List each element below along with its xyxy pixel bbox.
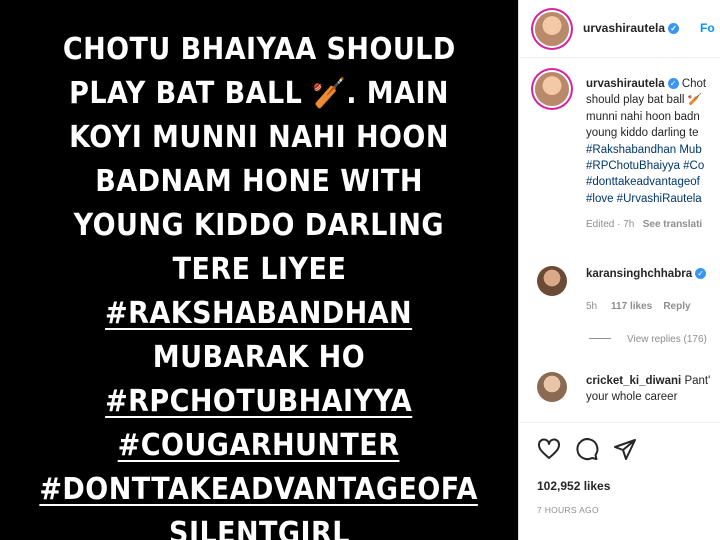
post-side-panel: urvashirautela ✓ Fo urvashirautela ✓ Chot …: [518, 0, 720, 540]
avatar[interactable]: [535, 12, 569, 46]
story-text-line: TERE LIYEE: [172, 252, 346, 287]
avatar[interactable]: [537, 266, 567, 296]
comment-username[interactable]: cricket_ki_diwani: [586, 375, 681, 387]
header-username[interactable]: urvashirautela ✓: [583, 21, 680, 35]
verified-badge-icon: ✓: [668, 23, 680, 34]
story-hashtag: #COUGARHUNTER: [118, 428, 400, 463]
post-actions: 102,952 likes 7 HOURS AGO: [519, 422, 720, 540]
caption-hashtag[interactable]: #Rakshabandhan Mub: [586, 144, 702, 156]
caption-text: Chot: [681, 78, 707, 90]
avatar[interactable]: [535, 72, 569, 106]
caption-line: munni nahi hoon badn: [586, 110, 700, 123]
follow-button[interactable]: Fo: [700, 21, 715, 35]
divider: [589, 338, 611, 339]
comment-text: Pant': [684, 375, 711, 387]
story-hashtag: #RPCHOTUBHAIYYA: [105, 384, 413, 419]
share-icon[interactable]: [613, 437, 637, 461]
comment-text: your whole career: [586, 391, 678, 403]
story-text-line: BADNAM HONE WITH: [95, 164, 423, 199]
story-text-line: PLAY BAT BALL 🏏. MAIN: [69, 76, 449, 111]
caption-line: should play bat ball 🏏: [586, 94, 702, 107]
post-caption: urvashirautela ✓ Chot should play bat bal…: [586, 76, 720, 234]
comment-username[interactable]: karansinghchhabra: [586, 268, 692, 280]
comment: karansinghchhabra ✓: [586, 266, 707, 282]
caption-hashtag[interactable]: #RPChotuBhaiyya #Co: [586, 160, 704, 172]
comment-icon[interactable]: [575, 437, 599, 461]
heart-icon[interactable]: [537, 437, 561, 461]
story-text-line: YOUNG KIDDO DARLING: [73, 208, 445, 243]
edited-time: Edited · 7h: [586, 219, 635, 231]
see-translation-link[interactable]: See translati: [643, 219, 702, 230]
story-text-line: CHOTU BHAIYAA SHOULD: [62, 32, 456, 67]
story-text-line: SILENTGIRL: [168, 516, 350, 540]
story-hashtag: #DONTTAKEADVANTAGEOFA: [39, 472, 479, 507]
comment-time: 5h: [586, 301, 598, 312]
caption-hashtag[interactable]: #love #UrvashiRautela: [586, 193, 702, 205]
view-replies-button[interactable]: View replies (176): [589, 334, 707, 345]
post-image: CHOTU BHAIYAA SHOULD PLAY BAT BALL 🏏. MA…: [0, 0, 518, 540]
like-count[interactable]: 102,952 likes: [537, 479, 610, 493]
story-text-line: MUBARAK HO: [152, 340, 366, 375]
caption-username[interactable]: urvashirautela: [586, 78, 665, 90]
story-text-line: KOYI MUNNI NAHI HOON: [69, 120, 449, 155]
caption-line: young kiddo darling te: [586, 127, 699, 140]
verified-badge-icon: ✓: [667, 78, 679, 89]
verified-badge-icon: ✓: [695, 268, 707, 279]
comment-meta: 5h 117 likes Reply: [586, 301, 691, 312]
comment: cricket_ki_diwani Pant' your whole caree…: [586, 373, 710, 405]
story-hashtag: #RAKSHABANDHAN: [105, 296, 413, 331]
post-header: urvashirautela ✓ Fo: [519, 0, 720, 58]
avatar[interactable]: [537, 372, 567, 402]
post-time: 7 HOURS AGO: [537, 505, 599, 515]
caption-hashtag[interactable]: #donttakeadvantageof: [586, 176, 700, 188]
reply-button[interactable]: Reply: [663, 301, 690, 312]
comment-likes[interactable]: 117 likes: [611, 301, 652, 312]
